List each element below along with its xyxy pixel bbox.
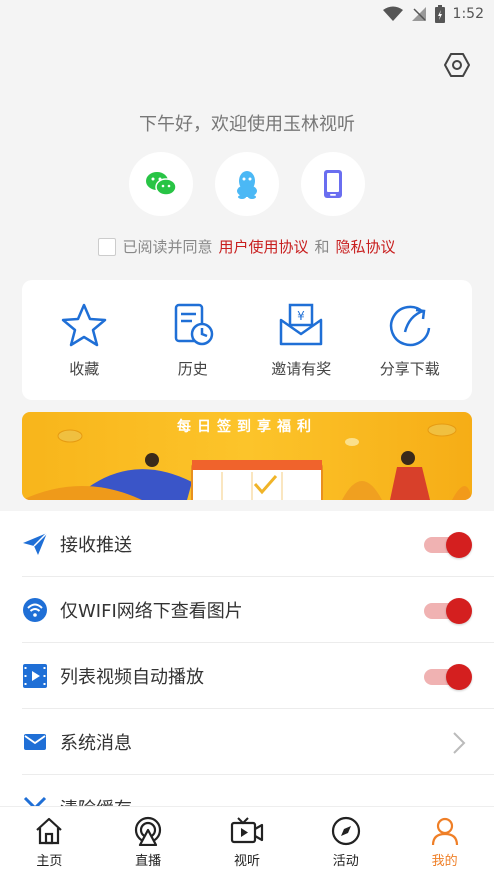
battery-charging-icon bbox=[434, 5, 445, 23]
home-icon bbox=[36, 817, 63, 845]
banner-illustration bbox=[22, 423, 472, 500]
video-icon bbox=[22, 663, 48, 689]
setting-label: 列表视频自动播放 bbox=[60, 667, 204, 688]
daily-checkin-banner[interactable]: 每日签到享福利 bbox=[22, 412, 472, 500]
quick-action-favorites[interactable]: 收藏 bbox=[34, 302, 134, 379]
wifi-images-toggle[interactable] bbox=[424, 598, 472, 624]
receive-push-toggle[interactable] bbox=[424, 532, 472, 558]
setting-autoplay-video: 列表视频自动播放 bbox=[0, 643, 494, 709]
setting-clear-cache[interactable]: 清除缓存 bbox=[0, 775, 494, 806]
setting-wifi-images: 仅WIFI网络下查看图片 bbox=[0, 577, 494, 643]
user-agreement-link[interactable]: 用户使用协议 bbox=[218, 236, 308, 257]
setting-receive-push: 接收推送 bbox=[0, 511, 494, 577]
status-time: 1:52 bbox=[452, 6, 484, 22]
agreement-row: 已阅读并同意 用户使用协议和隐私协议 bbox=[0, 236, 494, 257]
share-icon bbox=[389, 305, 430, 346]
setting-label: 接收推送 bbox=[60, 535, 132, 556]
phone-icon bbox=[324, 170, 342, 198]
autoplay-video-toggle[interactable] bbox=[424, 664, 472, 690]
qq-icon bbox=[237, 171, 257, 199]
login-options bbox=[0, 152, 494, 216]
mail-icon bbox=[22, 729, 48, 755]
quick-action-label: 收藏 bbox=[69, 359, 100, 378]
quick-action-label: 历史 bbox=[177, 359, 208, 378]
settings-list: 接收推送 仅WIFI网络下查看图片 列表视频自动播放 系统消息 清除缓存 bbox=[0, 511, 494, 806]
broadcast-icon bbox=[135, 816, 162, 846]
settings-icon[interactable] bbox=[444, 52, 470, 78]
agreement-and: 和 bbox=[314, 238, 330, 256]
tab-label: 活动 bbox=[332, 854, 359, 869]
agreement-prefix: 已阅读并同意 bbox=[122, 238, 213, 256]
wifi-signal-icon bbox=[382, 6, 403, 21]
wifi-icon bbox=[22, 597, 48, 623]
star-icon bbox=[62, 303, 107, 346]
video-camera-icon bbox=[230, 817, 264, 844]
tab-mine[interactable]: 我的 bbox=[410, 816, 480, 869]
status-bar: 1:52 bbox=[0, 0, 494, 28]
wechat-icon bbox=[146, 172, 177, 196]
privacy-policy-link[interactable]: 隐私协议 bbox=[336, 236, 396, 257]
quick-action-history[interactable]: 历史 bbox=[143, 302, 243, 379]
tab-label: 直播 bbox=[135, 854, 162, 869]
quick-action-share[interactable]: 分享下载 bbox=[360, 302, 460, 379]
bottom-tab-bar: 主页 直播 视听 活动 我的 bbox=[0, 806, 494, 878]
qq-login-button[interactable] bbox=[215, 152, 279, 216]
phone-login-button[interactable] bbox=[301, 152, 365, 216]
setting-label: 系统消息 bbox=[60, 733, 132, 754]
setting-label: 仅WIFI网络下查看图片 bbox=[60, 601, 243, 622]
tab-label: 主页 bbox=[36, 854, 63, 869]
tab-label: 我的 bbox=[431, 854, 458, 869]
tab-label: 视听 bbox=[233, 854, 260, 869]
tab-activity[interactable]: 活动 bbox=[311, 816, 381, 869]
quick-action-label: 邀请有奖 bbox=[271, 359, 332, 378]
invite-reward-icon: ¥ bbox=[280, 303, 323, 345]
tab-media[interactable]: 视听 bbox=[212, 816, 282, 869]
agreement-checkbox[interactable] bbox=[98, 237, 117, 256]
history-icon bbox=[174, 303, 213, 345]
tab-live[interactable]: 直播 bbox=[113, 816, 183, 869]
compass-icon bbox=[331, 816, 360, 846]
wechat-login-button[interactable] bbox=[129, 152, 193, 216]
quick-action-invite[interactable]: ¥ 邀请有奖 bbox=[251, 302, 351, 379]
greeting-text: 下午好，欢迎使用玉林视听 bbox=[139, 114, 355, 135]
send-icon bbox=[22, 531, 48, 557]
user-icon bbox=[431, 817, 458, 846]
chevron-right-icon bbox=[453, 732, 466, 754]
setting-label: 清除缓存 bbox=[60, 795, 132, 806]
broom-icon bbox=[22, 795, 48, 806]
setting-system-messages[interactable]: 系统消息 bbox=[0, 709, 494, 775]
svg-text:¥: ¥ bbox=[297, 309, 305, 323]
tab-home[interactable]: 主页 bbox=[14, 816, 84, 869]
quick-action-label: 分享下载 bbox=[379, 359, 440, 378]
cellular-signal-icon bbox=[411, 7, 426, 21]
quick-actions-card: 收藏 历史 ¥ 邀请有奖 分享下载 bbox=[22, 280, 472, 400]
